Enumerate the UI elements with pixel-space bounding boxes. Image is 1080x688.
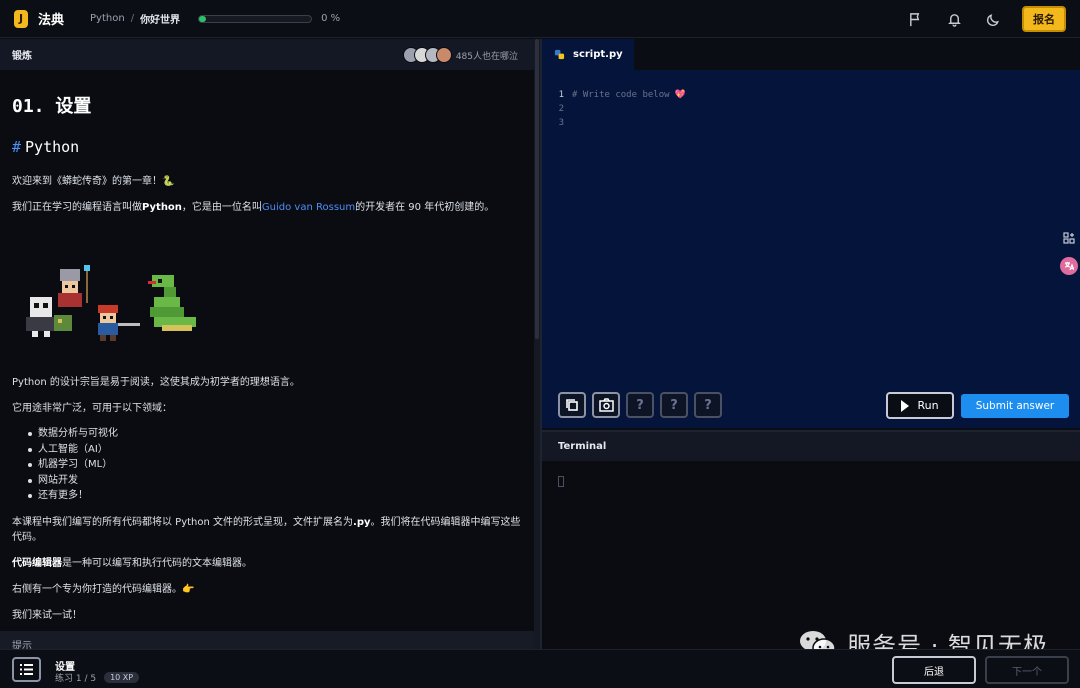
question-icon: ? xyxy=(636,397,644,413)
code-line[interactable]: 2 xyxy=(542,102,1080,116)
editor-pointer-paragraph: 右侧有一个专为你打造的代码编辑器。👉 xyxy=(12,583,195,595)
terminal-cursor xyxy=(558,476,564,487)
lesson-panel[interactable]: 锻炼 485人也在哪泣 01. 设置 # Python 欢迎来到《蟒蛇传奇》的第一… xyxy=(0,39,534,649)
list-item: 机器学习（ML） xyxy=(28,457,522,473)
exercise-label: 锻炼 xyxy=(12,51,32,62)
file-text-a: 本课程中我们编写的所有代码都将以 Python 文件的形式呈现，文件扩展名为 xyxy=(12,516,354,528)
hint-section[interactable]: 提示 xyxy=(0,631,534,649)
terminal-panel[interactable]: Terminal 服务号 · 智见无极 xyxy=(542,430,1080,660)
line-number: 3 xyxy=(558,118,564,128)
logo-icon[interactable]: J xyxy=(14,9,28,28)
tab-label: script.py xyxy=(573,49,623,60)
section-heading-text: Python xyxy=(25,138,80,156)
camera-icon xyxy=(598,398,614,412)
heading-hash: # xyxy=(12,138,22,156)
line-number: 1 xyxy=(558,90,564,100)
python-bold: Python xyxy=(142,202,182,213)
list-icon xyxy=(20,664,33,675)
code-line[interactable]: 3 xyxy=(542,116,1080,130)
breadcrumb-current: 你好世界 xyxy=(140,15,181,26)
course-progress-bar xyxy=(198,14,313,23)
code-line[interactable]: 1 # Write code below 💖 xyxy=(542,88,1080,102)
python-file-icon xyxy=(554,49,565,60)
top-actions: 报名 xyxy=(889,6,1066,32)
top-bar: J 法典 Python / 你好世界 0 % 报名 xyxy=(0,0,1080,38)
lesson-panel-header: 锻炼 485人也在哪泣 xyxy=(0,39,534,70)
code-area[interactable]: 1 # Write code below 💖 2 3 xyxy=(542,70,1080,130)
history-text-c: 的开发者在 90 年代初创建的。 xyxy=(355,202,495,213)
editor-toolbar: ? ? ? xyxy=(558,392,728,418)
bottom-bar: 设置 练习 1 / 5 10 XP 后退 下一个 xyxy=(0,649,1080,688)
tab-script-py[interactable]: script.py xyxy=(542,39,634,70)
bell-icon[interactable] xyxy=(941,6,967,32)
lesson-content: 01. 设置 # Python 欢迎来到《蟒蛇传奇》的第一章！🐍 我们正在学习的编… xyxy=(0,92,534,623)
editor-definition-text: 是一种可以编写和执行代码的文本编辑器。 xyxy=(62,557,252,569)
line-number: 2 xyxy=(558,104,564,114)
breadcrumb-course[interactable]: Python xyxy=(90,13,125,24)
progress-percent: 0 % xyxy=(321,13,341,24)
lesson-heading: 01. 设置 xyxy=(12,96,92,117)
uses-paragraph: 它用途非常广泛，可用于以下领域： xyxy=(12,403,172,414)
list-item: 人工智能（AI） xyxy=(28,442,522,458)
grid-add-icon[interactable] xyxy=(1060,229,1078,247)
moon-icon[interactable] xyxy=(980,6,1006,32)
intro-paragraph: 欢迎来到《蟒蛇传奇》的第一章！🐍 xyxy=(12,176,175,187)
exercise-progress: 练习 1 / 5 xyxy=(55,674,97,684)
submit-answer-button[interactable]: Submit answer xyxy=(961,394,1069,418)
heart-emoji: 💖 xyxy=(674,90,686,100)
play-icon xyxy=(901,399,910,412)
lesson-meta: 练习 1 / 5 10 XP xyxy=(55,671,140,684)
help-button-1[interactable]: ? xyxy=(626,392,654,418)
pixel-art-image xyxy=(26,265,196,341)
peer-avatars xyxy=(403,47,452,63)
uses-list: 数据分析与可视化 人工智能（AI） 机器学习（ML） 网站开发 还有更多！ xyxy=(28,426,522,504)
xp-badge: 10 XP xyxy=(104,672,140,683)
code-editor[interactable]: script.py 1 # Write code below 💖 2 3 ? ? ?… xyxy=(542,39,1080,428)
avatar xyxy=(436,47,452,63)
question-icon: ? xyxy=(670,397,678,413)
peers-count: 485人也在哪泣 xyxy=(455,52,518,62)
scroll-thumb[interactable] xyxy=(535,39,539,339)
editor-side-tools xyxy=(1058,229,1080,285)
copy-button[interactable] xyxy=(558,392,586,418)
copy-icon xyxy=(566,399,578,411)
next-button[interactable]: 下一个 xyxy=(985,656,1069,684)
help-button-3[interactable]: ? xyxy=(694,392,722,418)
run-label: Run xyxy=(917,399,939,412)
design-paragraph: Python 的设计宗旨是易于阅读，这使其成为初学者的理想语言。 xyxy=(12,377,300,388)
guido-link[interactable]: Guido van Rossum xyxy=(262,202,355,213)
py-extension-bold: .py xyxy=(353,516,371,528)
translate-icon[interactable] xyxy=(1060,257,1078,275)
signup-button[interactable]: 报名 xyxy=(1022,6,1066,32)
file-extension-paragraph: 本课程中我们编写的所有代码都将以 Python 文件的形式呈现，文件扩展名为.p… xyxy=(12,515,522,545)
list-item: 网站开发 xyxy=(28,473,522,489)
list-item: 数据分析与可视化 xyxy=(28,426,522,442)
section-heading: # Python xyxy=(12,138,522,156)
brand-name[interactable]: 法典 xyxy=(38,9,64,28)
pixel-art-characters xyxy=(12,239,522,359)
history-text-b: ，它是由一位名叫 xyxy=(181,202,262,213)
help-button-2[interactable]: ? xyxy=(660,392,688,418)
screenshot-button[interactable] xyxy=(592,392,620,418)
back-button[interactable]: 后退 xyxy=(892,656,976,684)
history-paragraph: 我们正在学习的编程语言叫做Python，它是由一位名叫Guido van Ros… xyxy=(12,200,522,215)
editor-tab-bar: script.py xyxy=(542,39,1080,70)
code-comment[interactable]: # Write code below xyxy=(572,88,670,102)
editor-definition-paragraph: 代码编辑器是一种可以编写和执行代码的文本编辑器。 xyxy=(12,556,522,571)
course-progress-fill xyxy=(199,15,206,22)
lesson-menu-button[interactable] xyxy=(12,657,41,682)
list-item: 还有更多！ xyxy=(28,488,522,504)
breadcrumb-separator: / xyxy=(130,13,135,24)
terminal-header: Terminal xyxy=(542,430,1080,461)
try-it-paragraph: 我们来试一试！ xyxy=(12,609,82,621)
code-editor-bold: 代码编辑器 xyxy=(12,557,62,569)
history-text-a: 我们正在学习的编程语言叫做 xyxy=(12,202,142,213)
flag-icon[interactable] xyxy=(902,6,928,32)
run-button[interactable]: Run xyxy=(886,392,954,419)
question-icon: ? xyxy=(704,397,712,413)
